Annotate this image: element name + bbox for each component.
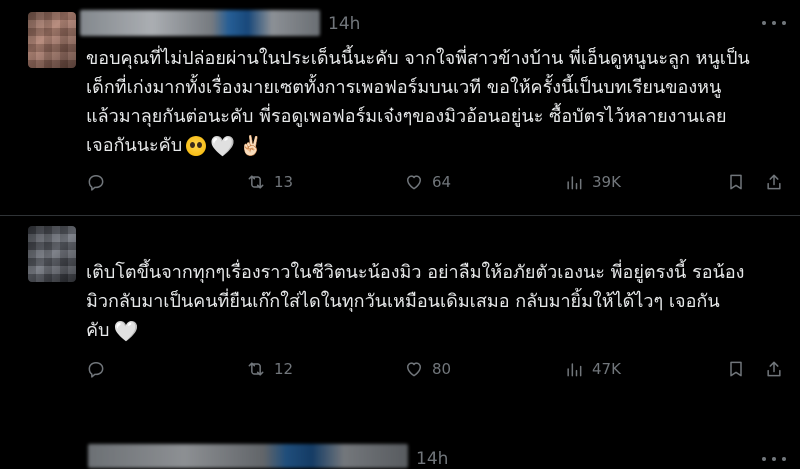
repost-button[interactable]: 13 xyxy=(246,172,293,192)
like-button[interactable]: 64 xyxy=(404,172,451,192)
views-count: 47K xyxy=(592,360,621,378)
views-icon xyxy=(567,176,582,190)
more-icon[interactable] xyxy=(762,454,786,464)
like-icon xyxy=(407,175,421,190)
post-text-fragment: คับ xyxy=(86,320,110,341)
share-icon xyxy=(767,361,781,377)
victory-hand-emoji: ✌🏻 xyxy=(239,135,263,157)
repost-button[interactable]: 12 xyxy=(246,359,293,379)
post-text-line-last: คับ 🤍 xyxy=(86,316,786,345)
like-button[interactable]: 80 xyxy=(404,359,451,379)
post-text-line-last: เจอกันนะคับ 🤍 ✌🏻 xyxy=(86,131,786,160)
repost-icon xyxy=(248,175,264,189)
repost-count: 13 xyxy=(274,173,294,191)
reply-post-1[interactable]: 14h ขอบคุณที่ไม่ปล่อยผ่านในประเด็นนี้นะค… xyxy=(0,0,800,215)
reply-icon xyxy=(88,362,104,378)
post-timestamp[interactable]: 14h xyxy=(328,14,360,34)
white-heart-emoji: 🤍 xyxy=(113,319,139,343)
post-text-fragment: เจอกันนะคับ xyxy=(86,135,183,156)
bookmark-icon xyxy=(730,361,742,377)
like-count: 64 xyxy=(432,173,452,191)
share-icon xyxy=(767,174,781,190)
post-actions: 12 80 47K xyxy=(86,359,786,383)
more-icon[interactable] xyxy=(762,18,786,28)
repost-icon xyxy=(248,362,264,376)
bookmark-button[interactable] xyxy=(726,359,746,379)
reply-button[interactable] xyxy=(86,172,106,192)
like-icon xyxy=(407,362,421,377)
post-text-line: มิวกลับมาเป็นคนที่ยืนเก๊กใส่ไดในทุกวันเห… xyxy=(86,291,720,312)
post-text-line: เด็กที่เก่งมากทั้งเรื่องมายเซตทั้งการเพอ… xyxy=(86,77,722,98)
post-actions: 13 64 39K xyxy=(86,172,786,196)
reply-icon xyxy=(88,175,104,191)
post-text-line: ขอบคุณที่ไม่ปล่อยผ่านในประเด็นนี้นะคับ จ… xyxy=(86,48,750,69)
bookmark-button[interactable] xyxy=(726,172,746,192)
post-text: ขอบคุณที่ไม่ปล่อยผ่านในประเด็นนี้นะคับ จ… xyxy=(86,44,786,160)
post-timestamp[interactable]: 14h xyxy=(416,449,448,469)
blurred-username[interactable] xyxy=(80,10,320,36)
share-button[interactable] xyxy=(764,172,784,192)
avatar[interactable] xyxy=(28,12,76,68)
views-count: 39K xyxy=(592,173,621,191)
white-heart-emoji: 🤍 xyxy=(210,134,236,158)
post-text: เติบโตขึ้นจากทุกๆเรื่องราวในชีวิตนะน้องม… xyxy=(86,258,786,345)
pleading-face-emoji xyxy=(186,136,207,156)
views-button[interactable]: 47K xyxy=(564,359,621,379)
repost-count: 12 xyxy=(274,360,294,378)
views-button[interactable]: 39K xyxy=(564,172,621,192)
like-count: 80 xyxy=(432,360,452,378)
post-text-line: เติบโตขึ้นจากทุกๆเรื่องราวในชีวิตนะน้องม… xyxy=(86,262,745,283)
avatar[interactable] xyxy=(28,226,76,282)
reply-button[interactable] xyxy=(86,359,106,379)
blurred-username[interactable] xyxy=(88,444,408,468)
views-icon xyxy=(567,363,582,377)
post-text-line: แล้วมาลุยกันต่อนะคับ พี่รอดูเพอฟอร์มเจ๋ง… xyxy=(86,106,727,127)
share-button[interactable] xyxy=(764,359,784,379)
bookmark-icon xyxy=(730,174,742,190)
